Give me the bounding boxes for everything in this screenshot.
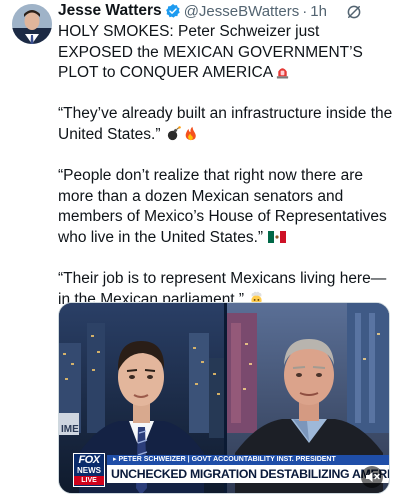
tweet-line-1: HOLY SMOKES: Peter Schweizer just EXPOSE… (58, 23, 363, 82)
author-handle[interactable]: @JesseBWatters (184, 3, 300, 20)
background-screen-text: IME (61, 424, 79, 435)
tweet-paragraph-3: “People don’t realize that right now the… (58, 166, 394, 248)
logo-fox-text: FOX (78, 454, 100, 466)
tweet-text: HOLY SMOKES: Peter Schweizer just EXPOSE… (58, 22, 394, 310)
logo-live-text: LIVE (74, 476, 104, 485)
tweet-paragraph-2: “They’ve already built an infrastructure… (58, 104, 394, 145)
tweet-paragraph-1: HOLY SMOKES: Peter Schweizer just EXPOSE… (58, 22, 394, 84)
tweet-line-3: “People don’t realize that right now the… (58, 167, 387, 246)
verified-badge-icon (165, 4, 180, 18)
mexico-flag-emoji (268, 230, 287, 243)
grok-icon[interactable] (345, 3, 363, 21)
chyron: FOX NEWS LIVE ▸ PETER SCHWEIZER | GOVT A… (59, 451, 389, 493)
tweet-line-2: “They’ve already built an infrastructure… (58, 105, 393, 143)
rotating-light-emoji (276, 68, 289, 79)
chyron-subtitle: ▸ PETER SCHWEIZER | GOVT ACCOUNTABILITY … (107, 455, 389, 465)
speaker-muted-icon[interactable] (361, 466, 383, 488)
logo-news-text: NEWS (77, 466, 101, 475)
tweet-timestamp[interactable]: 1h (310, 3, 327, 20)
bomb-emoji (167, 126, 181, 141)
chyron-headline: UNCHECKED MIGRATION DESTABILIZING AMERIC… (107, 465, 389, 483)
fire-emoji (185, 126, 196, 141)
video-player[interactable]: IME FOX NEWS LIVE ▸ PETER SCHWEIZER | GO… (58, 302, 390, 494)
fox-news-logo: FOX NEWS LIVE (73, 453, 105, 487)
author-avatar[interactable] (12, 4, 52, 44)
more-options-icon[interactable] (376, 0, 396, 20)
author-name[interactable]: Jesse Watters (58, 2, 162, 20)
header-separator: · (302, 2, 308, 20)
tweet[interactable]: Jesse Watters @JesseBWatters · 1h HOLY S… (0, 0, 402, 500)
